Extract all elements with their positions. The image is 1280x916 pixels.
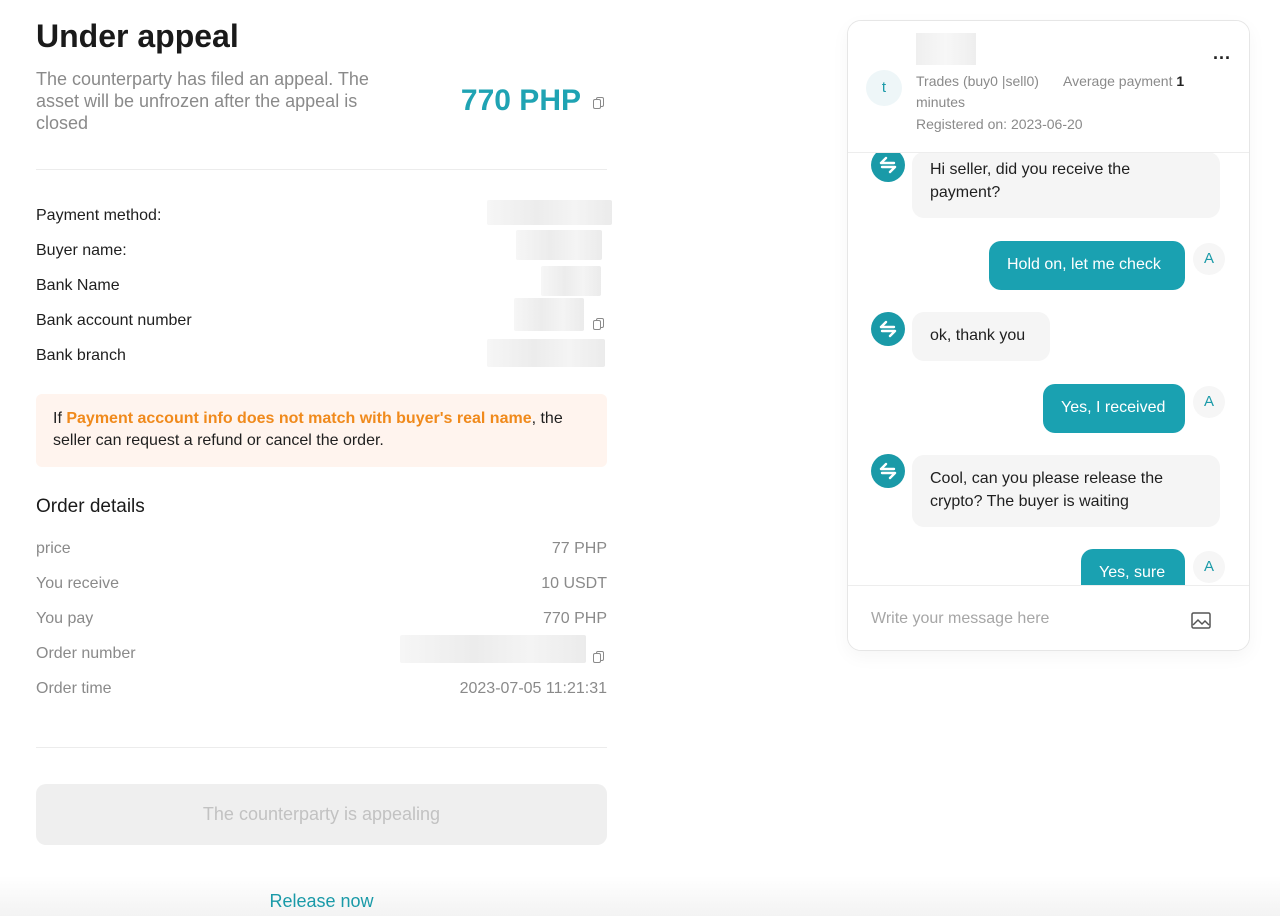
redacted-bank-name	[541, 266, 601, 296]
more-options-icon[interactable]: ...	[1213, 43, 1231, 64]
trade-count: Trades (buy0 |sell0)	[916, 73, 1039, 89]
bank-account-label: Bank account number	[36, 312, 192, 329]
message-incoming: Cool, can you please release the crypto?…	[912, 455, 1220, 527]
order-row-label: Order number	[36, 645, 136, 662]
order-row-value: 77 PHP	[551, 540, 607, 557]
redacted-account-number	[514, 298, 584, 331]
redacted-buyer-name	[516, 230, 602, 260]
user-avatar: A	[1193, 386, 1225, 418]
page-title: Under appeal	[36, 18, 239, 54]
buyer-name-label: Buyer name:	[36, 242, 127, 259]
redacted-order-number	[400, 635, 586, 663]
payment-method-label: Payment method:	[36, 207, 162, 224]
bank-branch-label: Bank branch	[36, 347, 126, 364]
exchange-logo-icon	[871, 152, 905, 182]
message-outgoing: Hold on, let me check	[989, 241, 1185, 290]
release-now-link[interactable]: Release now	[36, 891, 607, 912]
exchange-logo-icon	[871, 454, 905, 488]
order-row-label: You pay	[36, 610, 94, 627]
image-upload-icon[interactable]	[1191, 612, 1211, 629]
chat-panel: ... t Trades (buy0 |sell0) Average payme…	[847, 20, 1250, 651]
appeal-description: The counterparty has filed an appeal. Th…	[36, 69, 369, 133]
appeal-status-button: The counterparty is appealing	[36, 784, 607, 845]
order-row-value: 770 PHP	[542, 610, 607, 627]
message-incoming: ok, thank you	[912, 312, 1050, 361]
notice-prefix: If	[53, 410, 67, 427]
order-row-label: You receive	[36, 575, 120, 592]
name-mismatch-notice: If Payment account info does not match w…	[36, 394, 607, 467]
order-row-value: 10 USDT	[541, 575, 607, 592]
average-payment-unit: minutes	[916, 94, 966, 110]
message-list[interactable]: Hi seller, did you receive the payment? …	[848, 152, 1249, 585]
message-input[interactable]	[869, 604, 1173, 634]
message-outgoing: Yes, I received	[1043, 384, 1185, 433]
avatar: t	[866, 70, 902, 106]
order-row-label: Order time	[36, 680, 112, 697]
message-composer	[848, 585, 1249, 650]
redacted-bank-branch	[487, 339, 605, 367]
divider	[36, 169, 607, 170]
bank-name-label: Bank Name	[36, 277, 120, 294]
order-row-value: 2023-07-05 11:21:31	[459, 680, 607, 697]
message-outgoing: Yes, sure	[1081, 549, 1185, 585]
order-details-title: Order details	[36, 496, 145, 517]
notice-highlight: Payment account info does not match with…	[66, 410, 532, 427]
user-avatar: A	[1193, 551, 1225, 583]
average-payment: Average payment 1	[1063, 73, 1184, 89]
copy-icon[interactable]	[593, 318, 604, 330]
redacted-counterparty-name	[916, 33, 976, 65]
order-amount: 770 PHP	[460, 84, 581, 117]
chat-header: ... t Trades (buy0 |sell0) Average payme…	[848, 21, 1249, 153]
registered-date: Registered on: 2023-06-20	[916, 116, 1083, 132]
average-payment-value: 1	[1176, 73, 1185, 89]
divider	[36, 747, 607, 748]
redacted-payment-method	[487, 200, 612, 225]
user-avatar: A	[1193, 243, 1225, 275]
message-incoming: Hi seller, did you receive the payment?	[912, 152, 1220, 218]
average-payment-label: Average payment	[1063, 73, 1173, 89]
copy-icon[interactable]	[593, 97, 604, 109]
exchange-logo-icon	[871, 312, 905, 346]
copy-icon[interactable]	[593, 651, 604, 663]
order-row-label: price	[36, 540, 71, 557]
